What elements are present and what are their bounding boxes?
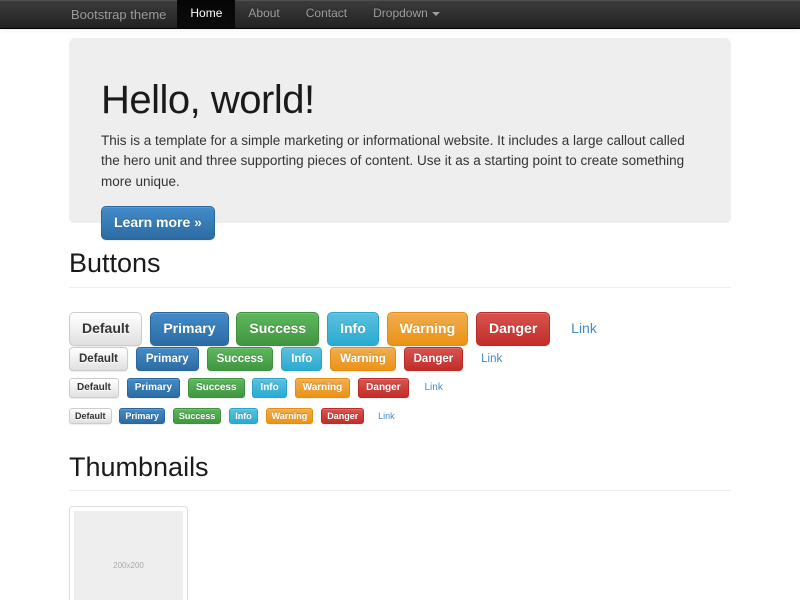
button-default-extra-small[interactable]: Default <box>69 408 112 425</box>
button-primary-large[interactable]: Primary <box>150 312 228 346</box>
button-info-default[interactable]: Info <box>281 347 322 371</box>
hero-learn-more-button[interactable]: Learn more » <box>101 206 215 240</box>
button-success-small[interactable]: Success <box>188 378 245 398</box>
button-danger-large[interactable]: Danger <box>476 312 550 346</box>
nav-item-dropdown[interactable]: Dropdown <box>360 0 453 28</box>
button-default-default[interactable]: Default <box>69 347 128 371</box>
button-link-default[interactable]: Link <box>471 347 512 371</box>
button-primary-default[interactable]: Primary <box>136 347 199 371</box>
button-info-extra-small[interactable]: Info <box>229 408 258 425</box>
button-primary-extra-small[interactable]: Primary <box>119 408 165 425</box>
button-warning-default[interactable]: Warning <box>330 347 396 371</box>
button-variants-stack: Default Primary Success Info Warning Dan… <box>69 308 731 427</box>
button-danger-small[interactable]: Danger <box>358 378 408 398</box>
navbar-nav: Home About Contact Dropdown <box>177 0 452 28</box>
button-link-extra-small[interactable]: Link <box>372 408 401 425</box>
nav-item-about[interactable]: About <box>235 0 292 28</box>
button-row-extra-small: Default Primary Success Info Warning Dan… <box>69 401 731 427</box>
button-danger-default[interactable]: Danger <box>404 347 464 371</box>
thumbnails-section-title: Thumbnails <box>69 453 731 483</box>
top-navbar: Bootstrap theme Home About Contact Dropd… <box>0 0 800 29</box>
button-row-small: Default Primary Success Info Warning Dan… <box>69 373 731 401</box>
thumbnail-item[interactable]: 200x200 <box>69 506 188 600</box>
nav-item-contact[interactable]: Contact <box>293 0 360 28</box>
thumbnails-section: Thumbnails 200x200 <box>69 453 731 600</box>
nav-item-home[interactable]: Home <box>177 0 235 28</box>
buttons-section-title: Buttons <box>69 249 731 279</box>
button-primary-small[interactable]: Primary <box>127 378 180 398</box>
button-row-large: Default Primary Success Info Warning Dan… <box>69 308 731 343</box>
button-link-large[interactable]: Link <box>558 312 610 346</box>
thumbnails-section-header: Thumbnails <box>69 453 731 492</box>
nav-item-dropdown-label: Dropdown <box>373 5 428 22</box>
button-info-small[interactable]: Info <box>252 378 286 398</box>
button-info-large[interactable]: Info <box>327 312 379 346</box>
navbar-inner: Bootstrap theme Home About Contact Dropd… <box>0 0 453 28</box>
hero-paragraph: This is a template for a simple marketin… <box>101 131 699 192</box>
navbar-brand[interactable]: Bootstrap theme <box>60 0 177 28</box>
button-success-extra-small[interactable]: Success <box>173 408 222 425</box>
hero-heading: Hello, world! <box>101 78 699 122</box>
buttons-section-header: Buttons <box>69 249 731 288</box>
button-success-large[interactable]: Success <box>236 312 319 346</box>
hero-jumbotron: Hello, world! This is a template for a s… <box>69 38 731 223</box>
page-container: Hello, world! This is a template for a s… <box>69 38 731 600</box>
button-success-default[interactable]: Success <box>207 347 274 371</box>
thumbnail-row: 200x200 <box>69 506 731 600</box>
button-warning-large[interactable]: Warning <box>387 312 468 346</box>
button-row-default: Default Primary Success Info Warning Dan… <box>69 343 731 373</box>
button-warning-small[interactable]: Warning <box>295 378 351 398</box>
button-default-large[interactable]: Default <box>69 312 142 346</box>
thumbnail-placeholder-image: 200x200 <box>74 511 183 600</box>
chevron-down-icon <box>432 12 440 16</box>
buttons-section: Buttons Default Primary Success Info War… <box>69 249 731 427</box>
button-warning-extra-small[interactable]: Warning <box>266 408 314 425</box>
button-default-small[interactable]: Default <box>69 378 119 398</box>
button-danger-extra-small[interactable]: Danger <box>321 408 364 425</box>
button-link-small[interactable]: Link <box>417 378 451 398</box>
